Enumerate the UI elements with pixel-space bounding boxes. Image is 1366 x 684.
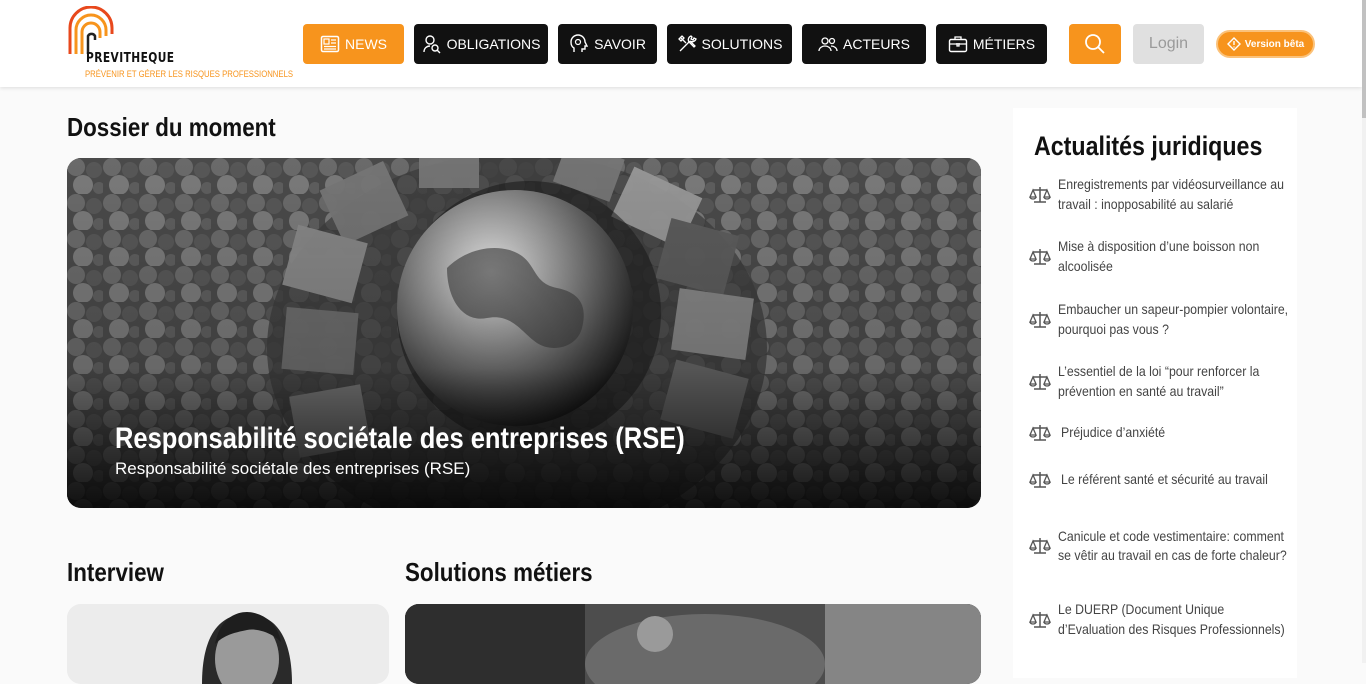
- balance-scale-icon: [1021, 423, 1058, 443]
- hero-title[interactable]: Responsabilité sociétale des entreprises…: [115, 422, 685, 456]
- tools-icon: [677, 35, 697, 52]
- sidebar-news-label[interactable]: Embaucher un sapeur-pompier volontaire, …: [1058, 300, 1289, 339]
- dossier-title: Dossier du moment: [67, 112, 276, 142]
- sidebar-news-item[interactable]: Préjudice d’anxiété: [1021, 423, 1291, 443]
- interview-title: Interview: [67, 557, 164, 587]
- sidebar-news-item[interactable]: Mise à disposition d’une boisson non alc…: [1021, 237, 1291, 276]
- sidebar-news-label[interactable]: L’essentiel de la loi “pour renforcer la…: [1058, 362, 1289, 401]
- nav-metiers[interactable]: MÉTIERS: [936, 24, 1047, 64]
- sidebar-news-item[interactable]: Le référent santé et sécurité au travail: [1021, 470, 1291, 490]
- search-button[interactable]: [1069, 24, 1121, 64]
- balance-scale-icon: [1021, 470, 1058, 490]
- balance-scale-icon: [1021, 372, 1058, 392]
- site-logo[interactable]: PREVITHEQUE PRÉVENIR ET GÉRER LES RISQUE…: [66, 6, 293, 82]
- briefcase-icon: [948, 36, 968, 53]
- solutions-card[interactable]: [405, 604, 981, 684]
- logo-arch-icon: [68, 6, 114, 54]
- nav-label: SAVOIR: [594, 36, 646, 52]
- sidebar-news-label[interactable]: Canicule et code vestimentaire: comment …: [1058, 527, 1289, 566]
- sidebar-news-label[interactable]: Préjudice d’anxiété: [1061, 423, 1292, 443]
- sidebar-title: Actualités juridiques: [1034, 131, 1263, 161]
- sidebar-news-item[interactable]: Le DUERP (Document Unique d’Evaluation d…: [1021, 600, 1291, 639]
- nav-savoir[interactable]: SAVOIR: [558, 24, 657, 64]
- hero-card[interactable]: Responsabilité sociétale des entreprises…: [67, 158, 981, 508]
- newspaper-icon: [320, 35, 340, 53]
- people-icon: [818, 37, 838, 52]
- nav-acteurs[interactable]: ACTEURS: [802, 24, 926, 64]
- sidebar-news-item[interactable]: Embaucher un sapeur-pompier volontaire, …: [1021, 300, 1291, 339]
- sidebar-news-item[interactable]: Enregistrements par vidéosurveillance au…: [1021, 175, 1291, 214]
- nav-label: SOLUTIONS: [701, 36, 783, 52]
- sidebar-news-label[interactable]: Le DUERP (Document Unique d’Evaluation d…: [1058, 600, 1289, 639]
- sidebar-news-label[interactable]: Enregistrements par vidéosurveillance au…: [1058, 175, 1289, 214]
- nav-label: OBLIGATIONS: [446, 36, 541, 52]
- nav-obligations[interactable]: OBLIGATIONS: [414, 24, 548, 64]
- solutions-title: Solutions métiers: [405, 557, 593, 587]
- sidebar-news-item[interactable]: L’essentiel de la loi “pour renforcer la…: [1021, 362, 1291, 401]
- nav-label: MÉTIERS: [972, 36, 1036, 52]
- warning-diamond-icon: [1226, 37, 1241, 51]
- sidebar-news-item[interactable]: Canicule et code vestimentaire: comment …: [1021, 517, 1291, 575]
- login-button[interactable]: Login: [1133, 24, 1204, 64]
- interview-image: [67, 604, 389, 684]
- scrollbar-thumb[interactable]: [1362, 0, 1366, 118]
- nav-news[interactable]: NEWS: [303, 24, 404, 64]
- sidebar-news-label[interactable]: Mise à disposition d’une boisson non alc…: [1058, 237, 1289, 276]
- balance-scale-icon: [1021, 185, 1058, 205]
- logo-name: PREVITHEQUE: [86, 51, 175, 66]
- nav-label: NEWS: [345, 36, 387, 52]
- balance-scale-icon: [1021, 310, 1058, 330]
- person-search-icon: [422, 35, 441, 54]
- logo-tagline: PRÉVENIR ET GÉRER LES RISQUES PROFESSION…: [85, 69, 294, 79]
- legal-news-sidebar: Actualités juridiques Enregistrements pa…: [1013, 108, 1297, 678]
- interview-card[interactable]: [67, 604, 389, 684]
- page-scrollbar[interactable]: [1362, 0, 1366, 663]
- balance-scale-icon: [1021, 610, 1058, 630]
- lightbulb-head-icon: [570, 34, 589, 52]
- nav-label: ACTEURS: [843, 36, 910, 52]
- site-header: PREVITHEQUE PRÉVENIR ET GÉRER LES RISQUE…: [0, 0, 1362, 87]
- beta-badge-button[interactable]: Version bêta: [1216, 30, 1315, 58]
- beta-label: Version bêta: [1244, 38, 1305, 50]
- balance-scale-icon: [1021, 247, 1058, 267]
- balance-scale-icon: [1021, 536, 1058, 556]
- hero-subtitle: Responsabilité sociétale des entreprises…: [115, 459, 471, 478]
- solutions-image: [405, 604, 981, 684]
- search-icon: [1085, 34, 1105, 54]
- sidebar-news-label[interactable]: Le référent santé et sécurité au travail: [1061, 470, 1292, 490]
- nav-solutions[interactable]: SOLUTIONS: [667, 24, 792, 64]
